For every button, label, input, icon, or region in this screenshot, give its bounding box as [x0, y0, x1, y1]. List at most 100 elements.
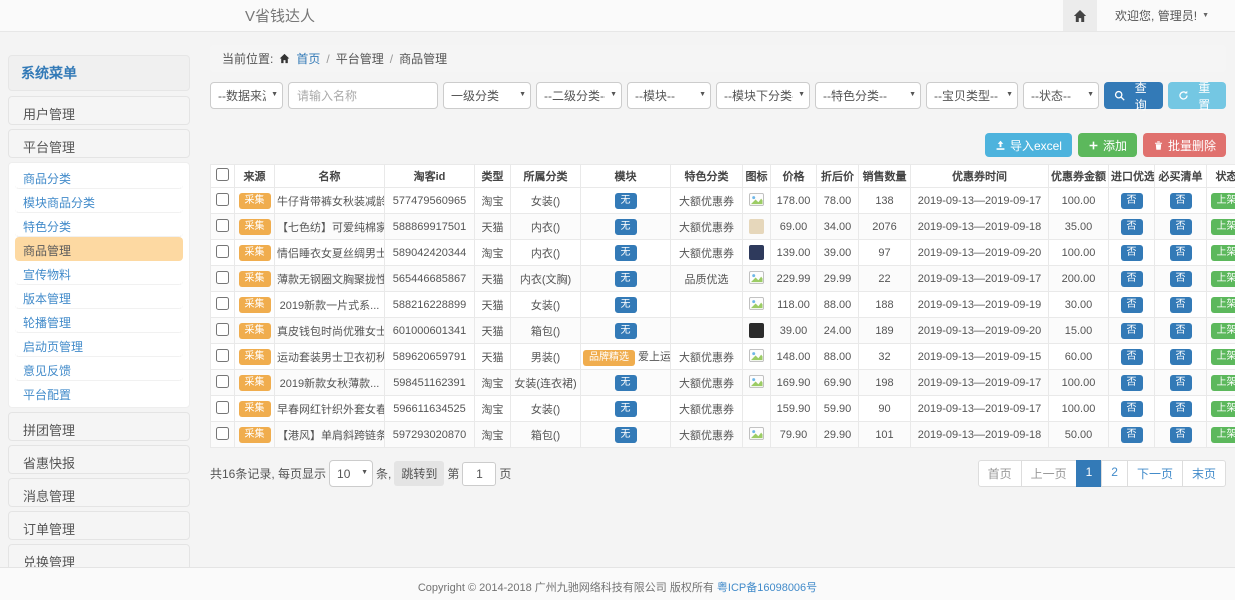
- row-select-cell: [211, 188, 235, 214]
- status-badge[interactable]: 上架: [1211, 297, 1235, 313]
- pager-button-3[interactable]: 2: [1101, 460, 1128, 487]
- row-checkbox[interactable]: [216, 193, 229, 206]
- sidebar-item-1[interactable]: 平台管理: [8, 129, 190, 158]
- pager-button-4[interactable]: 下一页: [1127, 460, 1183, 487]
- sidebar-subitem-5[interactable]: 商品管理: [15, 237, 183, 261]
- pager-button-1[interactable]: 上一页: [1021, 460, 1077, 487]
- filter-select-6[interactable]: --状态--: [1023, 82, 1099, 109]
- import-preferred-badge[interactable]: 否: [1121, 297, 1143, 313]
- reset-button[interactable]: 重置: [1168, 82, 1227, 109]
- discount-price: 24.00: [817, 318, 859, 344]
- import-preferred-badge[interactable]: 否: [1121, 245, 1143, 261]
- must-buy-badge[interactable]: 否: [1170, 271, 1192, 287]
- row-checkbox[interactable]: [216, 349, 229, 362]
- import-preferred-badge[interactable]: 否: [1121, 427, 1143, 443]
- product-icon-cell: [743, 422, 771, 448]
- sidebar-subitem-6[interactable]: 宣传物料: [15, 261, 183, 285]
- sidebar-subitem-7[interactable]: 版本管理: [15, 285, 183, 309]
- sidebar-item-15[interactable]: 订单管理: [8, 511, 190, 540]
- filter-select-2[interactable]: --模块--: [627, 82, 711, 109]
- row-checkbox[interactable]: [216, 297, 229, 310]
- user-menu[interactable]: 欢迎您, 管理员! ▼: [1097, 7, 1235, 24]
- sidebar-subitem-4[interactable]: 特色分类: [15, 213, 183, 237]
- breadcrumb-item-platform: 平台管理: [336, 50, 384, 67]
- import-preferred-badge[interactable]: 否: [1121, 401, 1143, 417]
- sidebar-item-12[interactable]: 拼团管理: [8, 412, 190, 441]
- add-button[interactable]: 添加: [1078, 133, 1137, 157]
- status-badge[interactable]: 上架: [1211, 245, 1235, 261]
- row-checkbox[interactable]: [216, 427, 229, 440]
- icp-link[interactable]: 粤ICP备16098006号: [717, 582, 817, 594]
- must-buy-badge[interactable]: 否: [1170, 401, 1192, 417]
- must-buy-badge[interactable]: 否: [1170, 375, 1192, 391]
- module-badge: 无: [615, 245, 637, 261]
- product-category: 女装(): [511, 396, 581, 422]
- jump-button[interactable]: 跳转到: [394, 461, 444, 486]
- sidebar-subitem-10[interactable]: 意见反馈: [15, 357, 183, 381]
- row-checkbox[interactable]: [216, 375, 229, 388]
- pager-button-5[interactable]: 末页: [1182, 460, 1226, 487]
- must-buy-badge[interactable]: 否: [1170, 245, 1192, 261]
- import-preferred-badge[interactable]: 否: [1121, 219, 1143, 235]
- status-badge[interactable]: 上架: [1211, 427, 1235, 443]
- import-preferred-badge[interactable]: 否: [1121, 349, 1143, 365]
- import-preferred-badge[interactable]: 否: [1121, 193, 1143, 209]
- sidebar-subitem-11[interactable]: 平台配置: [15, 381, 183, 405]
- status-badge[interactable]: 上架: [1211, 323, 1235, 339]
- sidebar-subitem-9[interactable]: 启动页管理: [15, 333, 183, 357]
- per-page-select[interactable]: 10: [329, 460, 373, 487]
- search-button[interactable]: 查询: [1104, 82, 1163, 109]
- must-buy-badge[interactable]: 否: [1170, 219, 1192, 235]
- select-all-checkbox[interactable]: [216, 168, 229, 181]
- row-checkbox[interactable]: [216, 219, 229, 232]
- sidebar-subitem-2[interactable]: 商品分类: [15, 165, 183, 189]
- sidebar-item-14[interactable]: 消息管理: [8, 478, 190, 507]
- status-badge[interactable]: 上架: [1211, 271, 1235, 287]
- filter-select-4[interactable]: --特色分类--: [815, 82, 921, 109]
- home-button[interactable]: [1063, 0, 1097, 31]
- status-badge[interactable]: 上架: [1211, 349, 1235, 365]
- import-preferred-badge[interactable]: 否: [1121, 323, 1143, 339]
- table-row: 采集薄款无钢圈文胸聚拢性...565446685867天猫内衣(文胸)无品质优选…: [211, 266, 1235, 292]
- row-select-cell: [211, 266, 235, 292]
- row-checkbox[interactable]: [216, 401, 229, 414]
- sidebar-subitem-8[interactable]: 轮播管理: [15, 309, 183, 333]
- import-preferred-badge[interactable]: 否: [1121, 271, 1143, 287]
- status-badge[interactable]: 上架: [1211, 193, 1235, 209]
- import-preferred-badge[interactable]: 否: [1121, 375, 1143, 391]
- status-badge[interactable]: 上架: [1211, 375, 1235, 391]
- filter-select-5[interactable]: --宝贝类型--: [926, 82, 1018, 109]
- breadcrumb-home-link[interactable]: 首页: [296, 50, 320, 67]
- filter-select-1[interactable]: --二级分类--: [536, 82, 622, 109]
- sidebar-item-0[interactable]: 用户管理: [8, 96, 190, 125]
- name-search-input[interactable]: [288, 82, 438, 109]
- coupon-amount: 35.00: [1049, 214, 1109, 240]
- module-cell: 无: [581, 318, 671, 344]
- row-checkbox[interactable]: [216, 245, 229, 258]
- batch-delete-button[interactable]: 批量删除: [1143, 133, 1226, 157]
- sidebar-subitem-3[interactable]: 模块商品分类: [15, 189, 183, 213]
- must-buy-badge[interactable]: 否: [1170, 297, 1192, 313]
- must-buy-badge[interactable]: 否: [1170, 427, 1192, 443]
- row-checkbox[interactable]: [216, 323, 229, 336]
- taoke-id: 589620659791: [385, 344, 475, 370]
- page-number-input[interactable]: [462, 462, 496, 486]
- must-buy-badge[interactable]: 否: [1170, 323, 1192, 339]
- filter-select-3[interactable]: --模块下分类--: [716, 82, 810, 109]
- must-buy-badge[interactable]: 否: [1170, 193, 1192, 209]
- import-preferred-cell: 否: [1109, 214, 1155, 240]
- data-source-select[interactable]: --数据来源--: [210, 82, 283, 109]
- import-excel-button[interactable]: 导入excel: [985, 133, 1072, 157]
- must-buy-badge[interactable]: 否: [1170, 349, 1192, 365]
- sidebar-item-13[interactable]: 省惠快报: [8, 445, 190, 474]
- status-badge[interactable]: 上架: [1211, 219, 1235, 235]
- coupon-amount: 100.00: [1049, 188, 1109, 214]
- row-checkbox[interactable]: [216, 271, 229, 284]
- pager-button-2[interactable]: 1: [1076, 460, 1103, 487]
- product-name: 薄款无钢圈文胸聚拢性...: [275, 266, 385, 292]
- pager-button-0[interactable]: 首页: [978, 460, 1022, 487]
- taoke-id: 588216228899: [385, 292, 475, 318]
- top-header: V省钱达人 欢迎您, 管理员! ▼: [0, 0, 1235, 32]
- status-badge[interactable]: 上架: [1211, 401, 1235, 417]
- filter-select-0[interactable]: 一级分类: [443, 82, 531, 109]
